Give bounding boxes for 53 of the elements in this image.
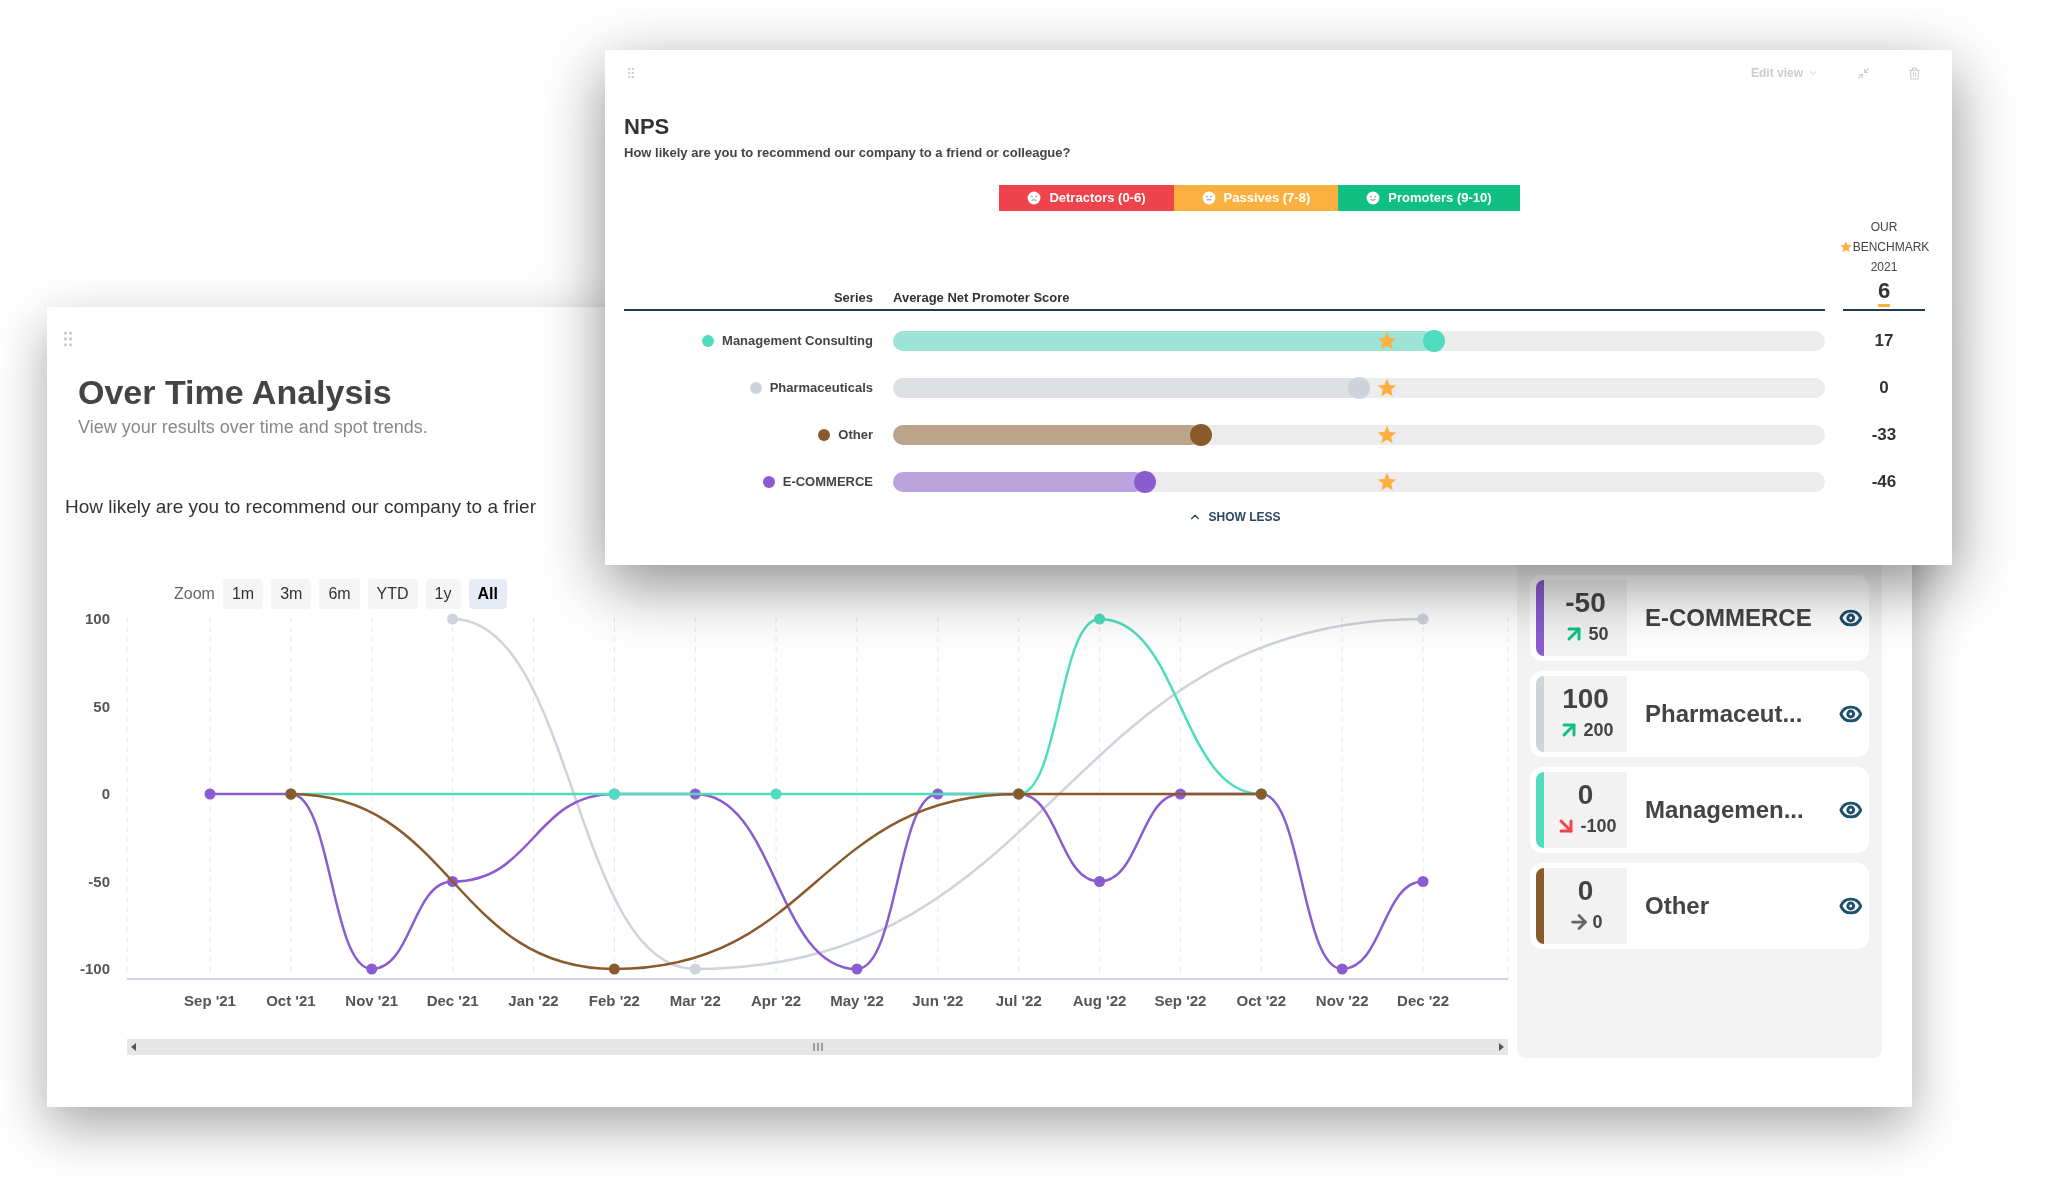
x-axis-label: Feb '22 xyxy=(588,992,640,1009)
series-label: Management Consulting xyxy=(722,332,873,351)
benchmark-label: 2021 xyxy=(1870,258,1898,276)
series-name: Managemen... xyxy=(1645,795,1805,825)
change-value: 0 xyxy=(1592,910,1603,934)
score-value: -46 xyxy=(1870,471,1898,494)
change-value: 200 xyxy=(1583,718,1614,742)
x-axis-label: Sep '22 xyxy=(1154,992,1207,1009)
y-axis-label: 0 xyxy=(101,785,110,802)
card-subtitle: View your results over time and spot trends. xyxy=(78,415,428,439)
score-value: 0 xyxy=(1878,377,1890,400)
column-header: Average Net Promoter Score xyxy=(893,288,1071,307)
benchmark-label: OUR xyxy=(1870,218,1898,236)
question-text: How likely are you to recommend our company to a friend or colleague? xyxy=(624,144,1072,162)
x-axis-label: Dec '22 xyxy=(1397,992,1449,1009)
series-value: 100 xyxy=(1562,684,1609,713)
series-label: Other xyxy=(838,426,873,445)
zoom-label: Zoom xyxy=(174,584,215,604)
x-axis-label: Nov '22 xyxy=(1315,992,1369,1009)
series-name: E-COMMERCE xyxy=(1645,603,1813,633)
x-axis-label: May '22 xyxy=(830,992,884,1009)
series-label: E-COMMERCE xyxy=(782,473,873,492)
x-axis-label: Oct '22 xyxy=(1236,992,1287,1009)
x-axis-label: Jan '22 xyxy=(508,992,559,1009)
score-value: -33 xyxy=(1870,424,1898,447)
x-axis-label: Dec '21 xyxy=(426,992,479,1009)
change-value: -100 xyxy=(1580,814,1617,838)
column-header: Series xyxy=(832,288,873,307)
y-axis-label: 50 xyxy=(93,697,110,715)
x-axis-label: Mar '22 xyxy=(669,992,721,1009)
y-axis-label: -100 xyxy=(79,960,110,977)
x-axis-label: Jun '22 xyxy=(912,992,964,1009)
x-axis-label: Jul '22 xyxy=(995,992,1042,1009)
y-axis-label: 100 xyxy=(84,610,110,627)
change-value: 50 xyxy=(1588,622,1609,646)
question-text: How likely are you to recommend our company to a frier xyxy=(65,494,536,519)
x-axis-label: Aug '22 xyxy=(1072,992,1127,1009)
benchmark-label: BENCHMARK xyxy=(1852,238,1930,256)
x-axis-label: Nov '21 xyxy=(345,992,399,1009)
series-value: 0 xyxy=(1577,780,1594,809)
x-axis-label: Oct '21 xyxy=(266,992,316,1009)
card-title: NPS xyxy=(624,113,671,141)
card-title: Over Time Analysis xyxy=(78,372,392,413)
y-axis-label: -50 xyxy=(88,872,110,890)
series-value: -50 xyxy=(1565,588,1606,617)
x-axis-label: Apr '22 xyxy=(750,992,802,1009)
series-name: Other xyxy=(1645,891,1710,921)
x-axis-label: Sep '21 xyxy=(184,992,236,1009)
series-name: Pharmaceut... xyxy=(1645,699,1804,729)
series-value: 0 xyxy=(1577,876,1594,905)
benchmark-value: 6 xyxy=(1877,276,1891,307)
series-label: Pharmaceuticals xyxy=(769,379,873,398)
score-value: 17 xyxy=(1873,330,1895,353)
